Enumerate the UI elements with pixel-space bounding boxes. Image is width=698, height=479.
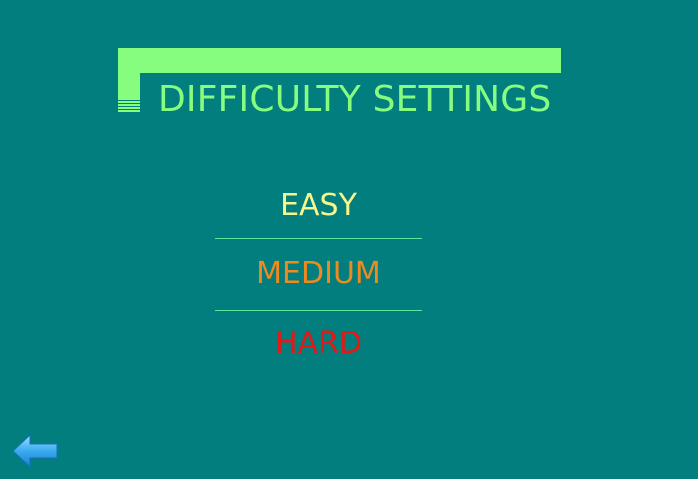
arrow-left-icon [12, 433, 58, 469]
back-button[interactable] [12, 433, 58, 469]
menu-divider [215, 238, 422, 239]
menu-divider [215, 310, 422, 311]
difficulty-medium-button[interactable]: MEDIUM [215, 254, 422, 294]
title-frame-top [118, 48, 561, 73]
difficulty-hard-button[interactable]: HARD [215, 324, 422, 364]
title-frame-stripes [118, 101, 140, 114]
page-title: DIFFICULTY SETTINGS [158, 79, 552, 120]
difficulty-easy-button[interactable]: EASY [215, 186, 422, 226]
title-frame-side [118, 48, 140, 100]
